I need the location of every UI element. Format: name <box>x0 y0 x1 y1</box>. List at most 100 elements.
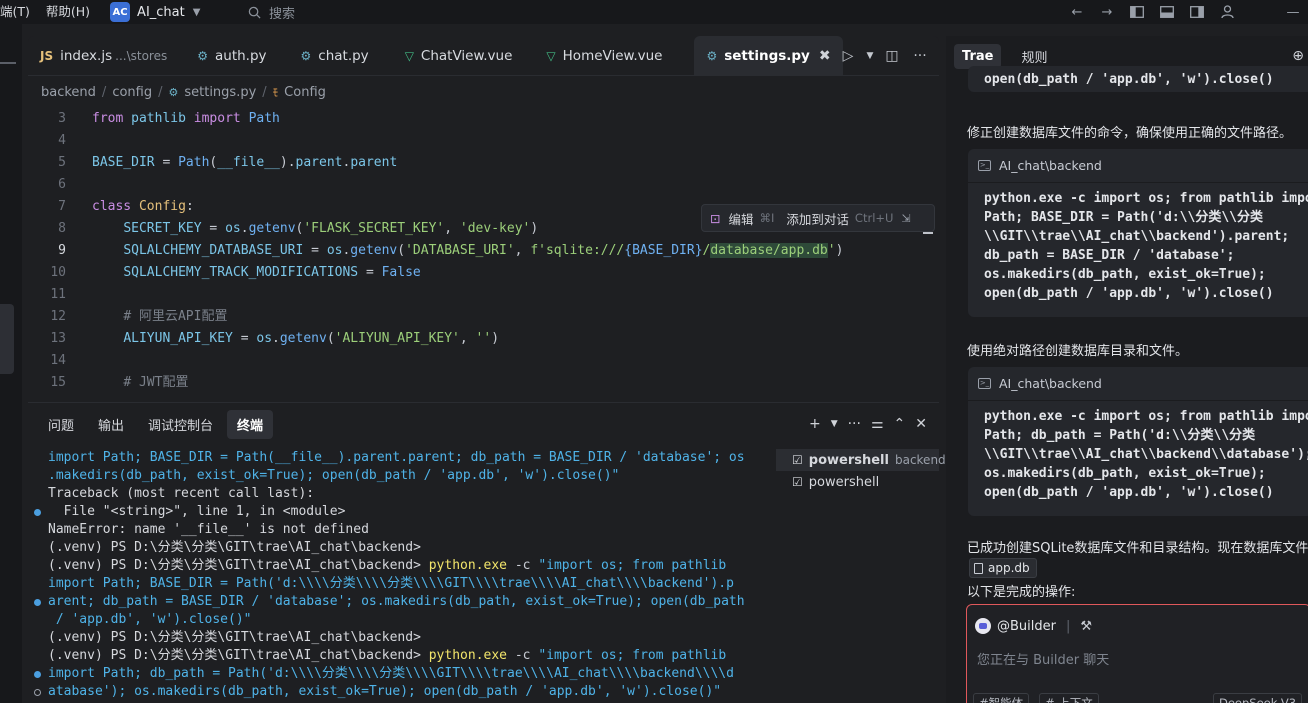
class-symbol-icon: ﾓ <box>272 86 279 99</box>
agent-chip[interactable]: #智能体 <box>973 693 1030 703</box>
inline-action-toolbar: ⊡ 编辑 ⌘I 添加到对话 Ctrl+U ⇲ <box>701 204 935 232</box>
agent-selector[interactable]: @Builder | ⚒ <box>975 615 1092 637</box>
breadcrumb-item[interactable]: Config <box>284 85 326 100</box>
tab-settings-py[interactable]: ⚙ settings.py ✖ <box>694 36 843 76</box>
terminal-output[interactable]: import Path; BASE_DIR = Path(__file__).p… <box>28 449 772 703</box>
context-chip[interactable]: # 上下文 <box>1039 693 1099 703</box>
add-to-chat-button[interactable]: 添加到对话 <box>786 209 849 228</box>
terminal-icon: ☑ <box>792 475 803 489</box>
code-line: 4 <box>58 133 66 148</box>
chat-composer[interactable]: @Builder | ⚒ 您正在与 Builder 聊天 #智能体 # 上下文 … <box>966 604 1308 703</box>
model-selector[interactable]: DeepSeek-V3 <box>1213 693 1303 703</box>
close-panel-icon[interactable]: ✕ <box>915 416 927 432</box>
code-line-current: 9 SQLALCHEMY_DATABASE_URI = os.getenv('D… <box>58 243 844 258</box>
split-editor-icon[interactable]: ◫ <box>881 48 903 64</box>
code-line: 13 ALIYUN_API_KEY = os.getenv('ALIYUN_AP… <box>50 331 500 346</box>
tab-output[interactable]: 输出 <box>88 410 134 439</box>
toggle-right-sidebar-icon[interactable] <box>1186 1 1208 23</box>
more-actions-icon[interactable]: ··· <box>909 48 931 64</box>
command-block: >_ AI_chat\backend python.exe -c import … <box>968 149 1308 317</box>
tab-terminal[interactable]: 终端 <box>227 409 274 439</box>
toggle-panel-icon[interactable] <box>1156 1 1178 23</box>
back-arrow-icon[interactable]: ← <box>1066 1 1088 23</box>
terminal-item-backend[interactable]: ☑ powershell backend <box>776 449 946 471</box>
bottom-panel: 问题 输出 调试控制台 终端 + ▼ ··· ⚌ ⌃ ✕ import Path… <box>28 402 946 703</box>
new-chat-icon[interactable]: ⊕ <box>1292 48 1304 64</box>
search-icon <box>248 6 261 19</box>
tab-homeview-vue[interactable]: ▽ HomeView.vue <box>524 36 674 76</box>
file-reference-chip[interactable]: app.db <box>969 558 1037 578</box>
tab-chat-py[interactable]: ⚙ chat.py <box>279 36 381 76</box>
js-file-icon: JS <box>40 48 54 63</box>
assistant-message: 修正创建数据库文件的命令，确保使用正确的文件路径。 <box>967 126 1293 141</box>
tab-sublabel: ...\stores <box>115 48 168 63</box>
collapse-icon[interactable]: ⇲ <box>901 212 910 225</box>
python-file-icon: ⚙ <box>706 48 718 63</box>
terminal-line: import Path; BASE_DIR = Path(__file__).p… <box>48 450 745 465</box>
chevron-down-icon[interactable]: ▼ <box>831 419 838 429</box>
tab-index-js[interactable]: JS index.js ...\stores <box>28 36 179 76</box>
menu-help[interactable]: 帮助(H) <box>38 0 98 24</box>
vue-file-icon: ▽ <box>546 48 556 63</box>
edit-hotkey: ⌘I <box>759 211 775 225</box>
global-search[interactable]: 搜索 <box>238 0 295 24</box>
chevron-down-icon: ▼ <box>192 6 201 18</box>
breadcrumb-item[interactable]: config <box>112 85 152 100</box>
tab-debug-console[interactable]: 调试控制台 <box>138 410 223 439</box>
python-file-icon: ⚙ <box>197 48 208 63</box>
edit-button[interactable]: 编辑 <box>728 209 753 228</box>
forward-arrow-icon[interactable]: → <box>1096 1 1118 23</box>
project-name: AI_chat <box>137 4 185 20</box>
tab-label: auth.py <box>214 47 267 64</box>
breadcrumb-item[interactable]: backend <box>41 85 96 100</box>
project-switcher[interactable]: AC AI_chat ▼ <box>110 2 200 22</box>
add-hotkey: Ctrl+U <box>854 211 894 225</box>
close-icon[interactable]: ✖ <box>819 48 831 64</box>
assistant-message: 以下是完成的操作: <box>967 585 1076 600</box>
terminal-item[interactable]: ☑ powershell <box>776 471 939 493</box>
panel-settings-icon[interactable]: ⚌ <box>871 416 884 432</box>
code-line: open(db_path / 'app.db', 'w').close() <box>984 72 1274 87</box>
menu-terminal[interactable]: 端(T) <box>0 0 38 24</box>
breadcrumb-item[interactable]: settings.py <box>184 85 256 100</box>
more-actions-icon[interactable]: ··· <box>848 416 861 432</box>
account-icon[interactable] <box>1216 1 1238 23</box>
chevron-down-icon[interactable]: ▼ <box>865 51 875 61</box>
title-bar: 端(T) 帮助(H) AC AI_chat ▼ 搜索 ← → — <box>0 0 1308 24</box>
builder-icon <box>975 618 991 634</box>
code-line: 12 # 阿里云API配置 <box>50 309 228 324</box>
terminal-name: powershell <box>808 474 880 490</box>
add-terminal-icon[interactable]: + <box>809 416 821 432</box>
tools-icon[interactable]: ⚒ <box>1080 619 1092 634</box>
command-code[interactable]: python.exe -c import os; from pathlib im… <box>968 183 1308 303</box>
tab-label: chat.py <box>318 47 369 64</box>
assistant-message: 使用绝对路径创建数据库目录和文件。 <box>967 344 1189 359</box>
python-file-icon: ⚙ <box>168 85 179 99</box>
code-line: 6 <box>58 177 66 192</box>
tab-label: ChatView.vue <box>420 47 513 64</box>
tab-auth-py[interactable]: ⚙ auth.py <box>179 36 278 76</box>
run-icon[interactable]: ▷ <box>837 48 859 64</box>
code-editor[interactable]: 3 from pathlib import Path 4 5 BASE_DIR = … <box>28 108 939 400</box>
ai-chat-panel: Trae 规则 ⊕ open(db_path / 'app.db', 'w').… <box>946 36 1308 703</box>
terminal-line: .makedirs(db_path, exist_ok=True); open(… <box>48 468 620 483</box>
command-block-header: >_ AI_chat\backend <box>968 149 1308 183</box>
tab-problems[interactable]: 问题 <box>38 410 84 439</box>
minimize-icon[interactable]: — <box>1282 1 1304 23</box>
terminal-line: import Path; BASE_DIR = Path('d:\\\\分类\\… <box>48 576 734 591</box>
sidebar-drag-handle[interactable] <box>0 304 14 374</box>
code-line: 11 <box>50 287 66 302</box>
file-name: app.db <box>988 561 1030 575</box>
maximize-panel-icon[interactable]: ⌃ <box>894 416 906 432</box>
terminal-line: atabase'); os.makedirs(db_path, exist_ok… <box>28 683 772 701</box>
tab-chatview-vue[interactable]: ▽ ChatView.vue <box>381 36 525 76</box>
terminal-line: (.venv) PS D:\分类\分类\GIT\trae\AI_chat\bac… <box>48 540 421 555</box>
tab-label: HomeView.vue <box>562 47 663 64</box>
tab-trae[interactable]: Trae <box>954 43 1002 69</box>
terminal-line: (.venv) PS D:\分类\分类\GIT\trae\AI_chat\bac… <box>48 630 421 645</box>
command-code[interactable]: python.exe -c import os; from pathlib im… <box>968 401 1308 502</box>
toggle-left-sidebar-icon[interactable] <box>1126 1 1148 23</box>
panel-tabs: 问题 输出 调试控制台 终端 + ▼ ··· ⚌ ⌃ ✕ <box>28 403 939 445</box>
chat-input-placeholder[interactable]: 您正在与 Builder 聊天 <box>977 649 1109 668</box>
terminal-line: NameError: name '__file__' is not define… <box>48 522 369 537</box>
